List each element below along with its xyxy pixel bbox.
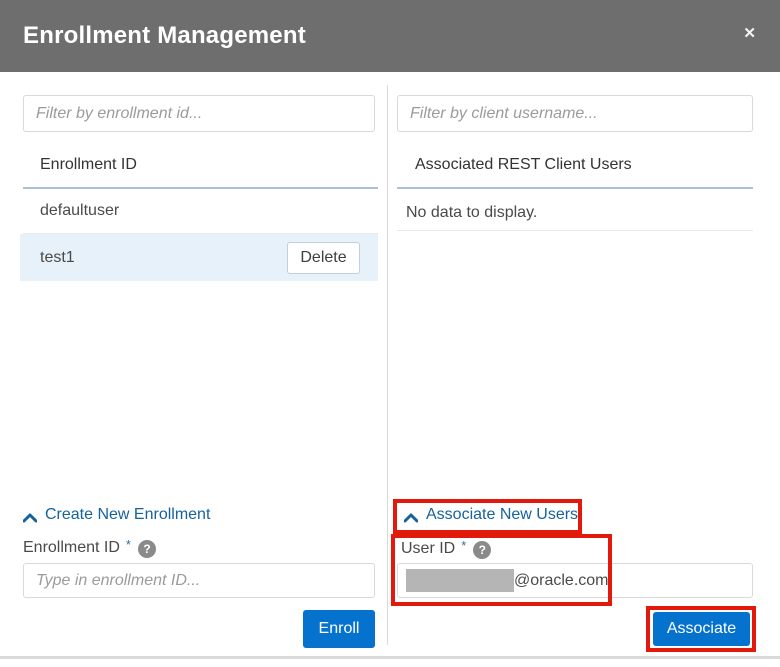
field-label: User ID: [401, 540, 456, 557]
enrollment-table-header: Enrollment ID: [40, 156, 137, 173]
close-icon[interactable]: ✕: [743, 25, 756, 43]
dialog-header: Enrollment Management ✕: [0, 0, 780, 72]
required-asterisk: *: [125, 537, 131, 552]
user-id-value: @oracle.com: [514, 571, 609, 589]
user-id-input[interactable]: @oracle.com: [397, 563, 753, 598]
dialog-bottom-edge: [0, 656, 780, 659]
text-cursor: [609, 569, 612, 592]
toggle-label: Create New Enrollment: [45, 506, 211, 523]
enroll-button[interactable]: Enroll: [303, 610, 375, 648]
enrollment-management-dialog: Enrollment Management ✕ Enrollment ID de…: [0, 0, 780, 667]
enrollment-row-defaultuser[interactable]: defaultuser: [23, 189, 378, 233]
enrollment-filter-input[interactable]: [23, 95, 375, 132]
associated-users-table-header: Associated REST Client Users: [415, 156, 632, 173]
redacted-username-block: [406, 569, 514, 592]
row-separator: [397, 230, 753, 231]
enrollment-id-cell: test1: [40, 248, 75, 266]
toggle-label: Associate New Users: [426, 506, 579, 523]
panel-divider: [387, 85, 388, 645]
chevron-up-icon: [22, 510, 38, 523]
user-id-field-label-row: User ID * ?: [401, 538, 492, 559]
create-new-enrollment-toggle[interactable]: Create New Enrollment: [22, 506, 211, 524]
no-data-message: No data to display.: [406, 204, 538, 221]
help-icon[interactable]: ?: [137, 540, 156, 558]
delete-button[interactable]: Delete: [287, 242, 360, 274]
enrollment-id-input[interactable]: [23, 563, 375, 598]
client-username-filter-input[interactable]: [397, 95, 753, 132]
required-asterisk: *: [461, 538, 467, 553]
dialog-title: Enrollment Management: [23, 22, 306, 49]
field-label: Enrollment ID: [23, 539, 120, 556]
associated-users-header-underline: [397, 187, 753, 189]
chevron-up-icon: [403, 510, 419, 523]
enrollment-row-test1[interactable]: test1 Delete: [20, 234, 378, 281]
enrollment-id-field-label-row: Enrollment ID * ?: [23, 537, 156, 558]
associate-new-users-toggle[interactable]: Associate New Users: [403, 506, 579, 524]
enrollment-id-cell: defaultuser: [40, 202, 120, 219]
associate-button[interactable]: Associate: [653, 612, 750, 646]
help-icon[interactable]: ?: [473, 541, 492, 559]
